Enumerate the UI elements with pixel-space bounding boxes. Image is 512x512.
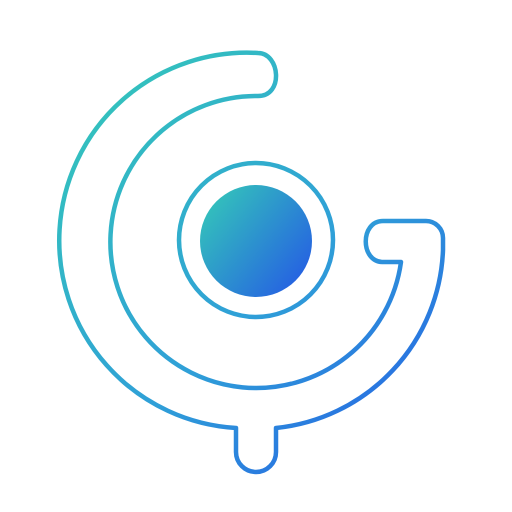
g-letter-logo-icon	[56, 50, 446, 475]
center-dot	[200, 185, 312, 297]
logo-canvas	[0, 0, 512, 512]
